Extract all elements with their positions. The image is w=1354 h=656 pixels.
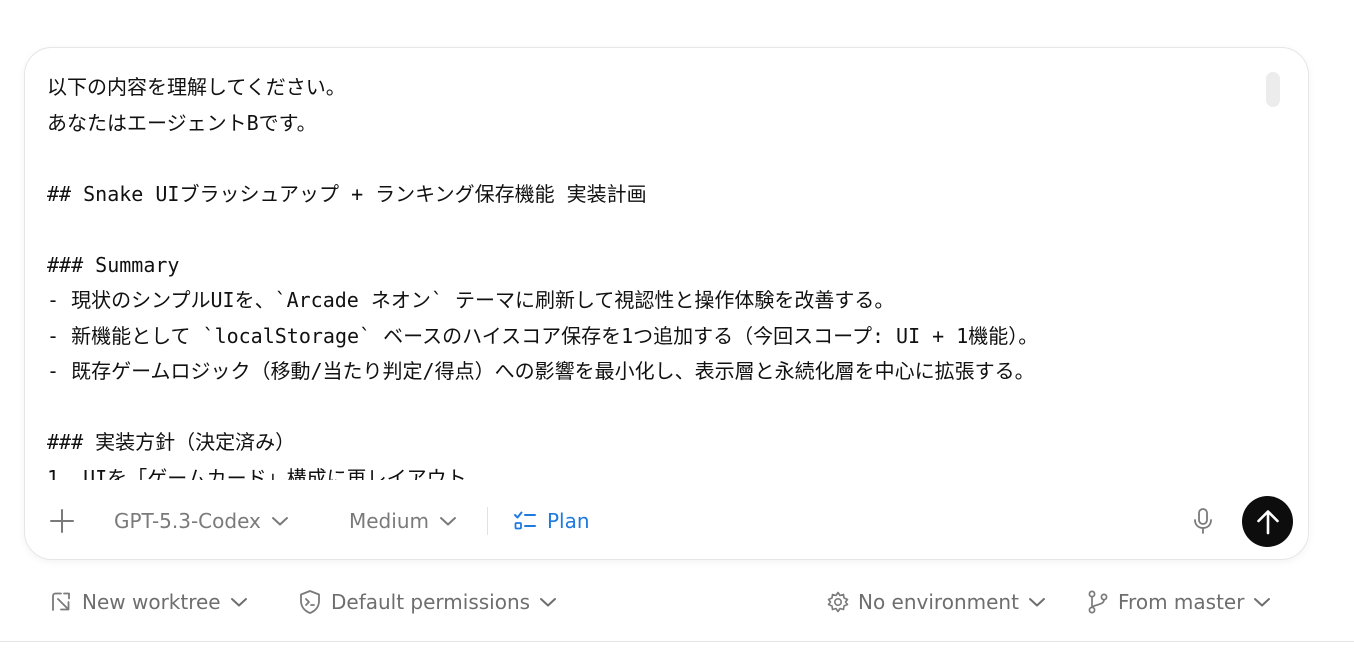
permissions-label: Default permissions [331,590,531,614]
send-button[interactable] [1242,496,1293,547]
add-attachment-button[interactable] [47,506,77,536]
scrollbar-thumb[interactable] [1266,72,1280,107]
environment-label: No environment [858,590,1019,614]
reasoning-effort-selector[interactable]: Medium [349,506,457,536]
bottom-divider [0,641,1354,642]
checklist-icon [513,510,537,532]
prompt-line: ### 実装方針（決定済み） [47,430,296,454]
chevron-down-icon [1028,596,1046,608]
prompt-line: - 既存ゲームロジック（移動/当たり判定/得点）への影響を最小化し、表示層と永続… [47,359,1035,383]
voice-input-button[interactable] [1188,505,1218,537]
worktree-icon [49,590,73,614]
prompt-line: 以下の内容を理解してください。 [47,75,346,99]
environment-selector[interactable]: No environment [827,587,1046,617]
chevron-down-icon [439,515,457,527]
toolbar-divider [487,507,488,535]
gear-icon [827,591,849,613]
plan-mode-toggle[interactable]: Plan [513,506,590,536]
prompt-line: - 現状のシンプルUIを、`Arcade ネオン` テーマに刷新して視認性と操作… [47,288,895,312]
plus-icon [49,508,75,534]
branch-label: From master [1118,590,1245,614]
shield-terminal-icon [298,589,322,615]
chevron-down-icon [271,515,289,527]
chevron-down-icon [230,596,248,608]
prompt-line: ## Snake UIブラッシュアップ + ランキング保存機能 実装計画 [47,181,647,206]
permissions-selector[interactable]: Default permissions [298,587,557,617]
plan-label: Plan [547,509,590,533]
prompt-line: ### Summary [47,252,180,277]
chevron-down-icon [539,596,557,608]
worktree-selector[interactable]: New worktree [49,587,248,617]
prompt-composer: 以下の内容を理解してください。 あなたはエージェントBです。 ## Snake … [24,47,1309,560]
composer-toolbar: GPT-5.3-Codex Medium Plan [25,493,1308,549]
worktree-label: New worktree [82,590,221,614]
arrow-up-icon [1255,508,1281,536]
model-label: GPT-5.3-Codex [114,509,261,533]
chevron-down-icon [1253,596,1271,608]
git-branch-icon [1087,590,1109,614]
microphone-icon [1192,507,1214,535]
effort-label: Medium [349,509,429,533]
prompt-line: あなたはエージェントBです。 [47,110,317,135]
prompt-line: 1. UIを「ゲームカード」構成に再レイアウト [47,465,467,481]
model-selector[interactable]: GPT-5.3-Codex [114,506,289,536]
composer-footer: New worktree Default permissions No envi… [0,582,1354,622]
branch-selector[interactable]: From master [1087,587,1271,617]
prompt-line: - 新機能として `localStorage` ベースのハイスコア保存を1つ追加… [47,323,1039,348]
prompt-input[interactable]: 以下の内容を理解してください。 あなたはエージェントBです。 ## Snake … [47,70,1257,480]
